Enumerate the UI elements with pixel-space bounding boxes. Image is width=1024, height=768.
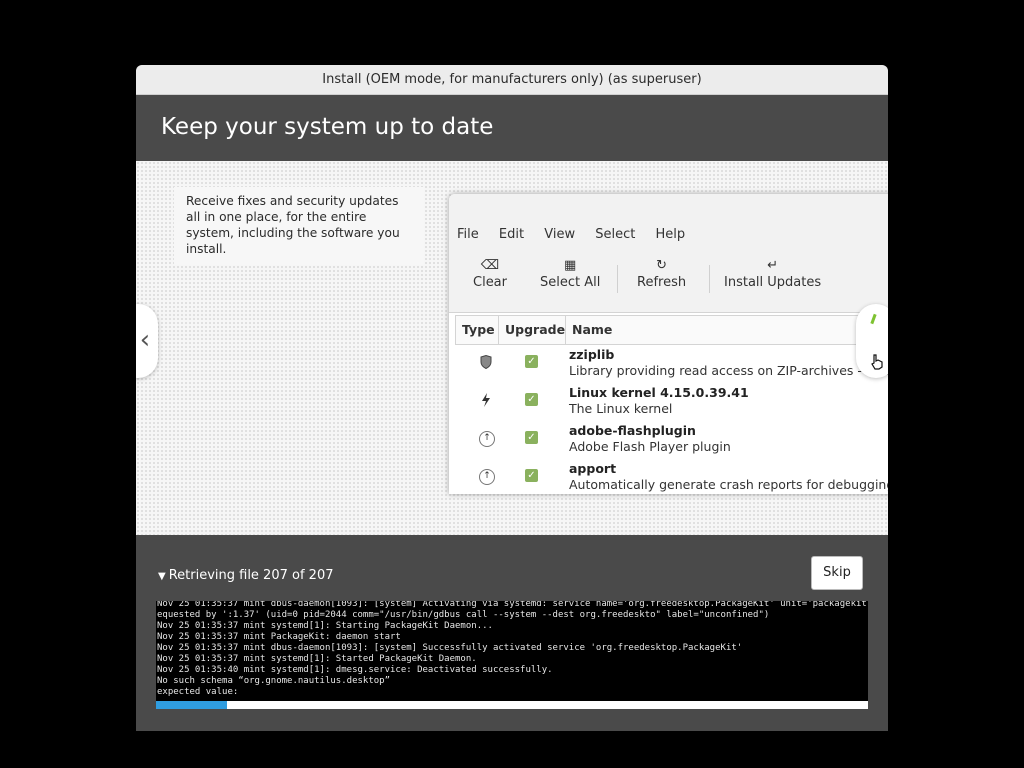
upgrade-checkbox: ✓ xyxy=(525,393,538,406)
terminal-line: Nov 25 01:35:37 mint systemd[1]: Startin… xyxy=(157,621,493,631)
arrow-up-icon: ↑ xyxy=(479,469,495,485)
toolbar: ⌫ Clear ▦ Select All ↻ Refresh ↵ Install… xyxy=(449,251,888,311)
terminal-line: Nov 25 01:35:37 mint dbus-daemon[1093]: … xyxy=(157,601,868,609)
column-name: Name xyxy=(572,322,613,337)
hand-cursor-icon xyxy=(870,330,884,402)
upgrade-checkbox: ✓ xyxy=(525,469,538,482)
package-description: Adobe Flash Player plugin xyxy=(569,439,731,454)
slide-next-button[interactable] xyxy=(856,304,888,378)
installer-window: Install (OEM mode, for manufacturers onl… xyxy=(136,65,888,731)
toolbar-separator xyxy=(709,265,710,293)
page-title: Keep your system up to date xyxy=(136,95,888,161)
terminal-line: Nov 25 01:35:37 mint dbus-daemon[1093]: … xyxy=(157,643,743,653)
menu-help: Help xyxy=(655,227,686,242)
menubar: File Edit View Select Help xyxy=(449,194,888,247)
package-name: adobe-flashplugin xyxy=(569,423,696,438)
window-title: Install (OEM mode, for manufacturers onl… xyxy=(136,65,888,95)
table-header: Type Upgrade Name xyxy=(455,315,888,345)
toolbar-separator xyxy=(617,265,618,293)
lightning-icon xyxy=(479,393,493,407)
terminal-line: equested by ':1.37' (uid=0 pid=2044 comm… xyxy=(157,610,770,620)
table-row: ↑ ✓ adobe-flashplugin Adobe Flash Player… xyxy=(455,421,888,459)
table-row: ✓ zziplib Library providing read access … xyxy=(455,345,888,383)
package-description: Library providing read access on ZIP-arc… xyxy=(569,363,888,378)
install-icon: ↵ xyxy=(767,258,779,273)
progress-bar xyxy=(156,701,868,709)
menu-file: File xyxy=(457,227,479,242)
update-manager-screenshot: File Edit View Select Help ⌫ Clear ▦ Sel… xyxy=(449,194,888,494)
pointer-highlight xyxy=(870,313,877,325)
progress-status[interactable]: ▼ Retrieving file 207 of 207 xyxy=(158,568,333,583)
package-description: Automatically generate crash reports for… xyxy=(569,477,888,492)
column-type: Type xyxy=(456,316,499,344)
update-list: ✓ zziplib Library providing read access … xyxy=(455,345,888,494)
shield-icon xyxy=(479,354,493,370)
package-name: apport xyxy=(569,461,617,476)
clear-label: Clear xyxy=(473,275,507,290)
menu-edit: Edit xyxy=(498,227,525,242)
terminal-log[interactable]: Nov 25 01:35:37 mint dbus-daemon[1093]: … xyxy=(156,601,868,709)
package-name: Linux kernel 4.15.0.39.41 xyxy=(569,385,749,400)
menu-view: View xyxy=(544,227,576,242)
select-all-label: Select All xyxy=(540,275,601,290)
table-row: ✓ Linux kernel 4.15.0.39.41 The Linux ke… xyxy=(455,383,888,421)
slideshow: Receive fixes and security updates all i… xyxy=(136,161,888,535)
install-updates-label: Install Updates xyxy=(724,275,822,290)
column-upgrade: Upgrade xyxy=(499,316,566,344)
refresh-label: Refresh xyxy=(637,275,687,290)
install-updates-button: ↵ Install Updates xyxy=(724,257,821,290)
clear-icon: ⌫ xyxy=(480,258,500,273)
expander-triangle-icon: ▼ xyxy=(158,571,166,582)
refresh-icon: ↻ xyxy=(656,258,667,273)
terminal-line: Nov 25 01:35:37 mint systemd[1]: Started… xyxy=(157,654,477,664)
menu-select: Select xyxy=(595,227,636,242)
terminal-line: expected value: xyxy=(157,687,239,697)
select-all-button: ▦ Select All xyxy=(540,257,600,290)
terminal-lines: Nov 25 01:35:37 mint dbus-daemon[1093]: … xyxy=(157,601,868,698)
progress-status-text: Retrieving file 207 of 207 xyxy=(168,568,334,583)
upgrade-checkbox: ✓ xyxy=(525,355,538,368)
slide-prev-button[interactable]: ‹ xyxy=(136,304,158,378)
progress-area: ▼ Retrieving file 207 of 207 Skip Nov 25 … xyxy=(136,535,888,731)
terminal-line: Nov 25 01:35:37 mint PackageKit: daemon … xyxy=(157,632,401,642)
clear-button: ⌫ Clear xyxy=(473,257,507,290)
arrow-up-icon: ↑ xyxy=(479,431,495,447)
refresh-button: ↻ Refresh xyxy=(637,257,686,290)
select-all-icon: ▦ xyxy=(564,258,577,273)
skip-button[interactable]: Skip xyxy=(811,556,863,590)
package-description: The Linux kernel xyxy=(569,401,673,416)
terminal-line: Nov 25 01:35:40 mint systemd[1]: dmesg.s… xyxy=(157,665,553,675)
chevron-left-icon: ‹ xyxy=(139,325,151,355)
package-name: zziplib xyxy=(569,347,615,362)
terminal-line: No such schema “org.gnome.nautilus.deskt… xyxy=(157,676,390,686)
progress-bar-fill xyxy=(156,701,228,709)
slide-description: Receive fixes and security updates all i… xyxy=(174,187,424,265)
upgrade-checkbox: ✓ xyxy=(525,431,538,444)
table-row: ↑ ✓ apport Automatically generate crash … xyxy=(455,459,888,494)
